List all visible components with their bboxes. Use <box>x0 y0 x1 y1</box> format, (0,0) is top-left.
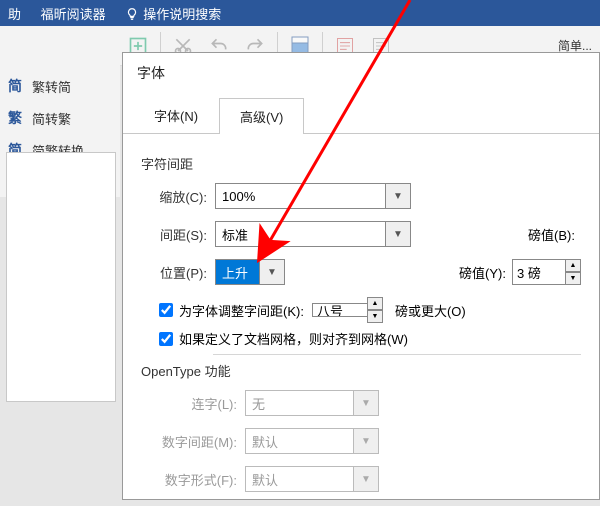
numform-dropdown-button: ▼ <box>353 466 379 492</box>
kerning-label: 为字体调整字间距(K): <box>179 301 304 320</box>
spin-down[interactable]: ▼ <box>367 310 383 323</box>
numform-combo: ▼ <box>245 466 379 492</box>
document-area <box>6 152 116 402</box>
tab-advanced[interactable]: 高级(V) <box>219 98 304 134</box>
spacing-label: 间距(S): <box>141 225 207 244</box>
scale-dropdown-button[interactable]: ▼ <box>385 183 411 209</box>
ribbon: 助 福昕阅读器 操作说明搜索 <box>0 0 600 26</box>
spin-up[interactable]: ▲ <box>367 297 383 310</box>
numform-input <box>245 466 353 492</box>
ligature-input <box>245 390 353 416</box>
kerning-spinner[interactable]: ▲▼ <box>367 297 383 323</box>
ribbon-tab-foxit[interactable]: 福昕阅读器 <box>33 0 114 27</box>
spacing-input[interactable] <box>215 221 385 247</box>
spacing-combo[interactable]: ▼ <box>215 221 411 247</box>
scale-combo[interactable]: ▼ <box>215 183 411 209</box>
kerning-suffix: 磅或更大(O) <box>395 301 466 320</box>
scale-input[interactable] <box>215 183 385 209</box>
spin-down[interactable]: ▼ <box>565 272 581 285</box>
numspace-input <box>245 428 353 454</box>
spacing-dropdown-button[interactable]: ▼ <box>385 221 411 247</box>
numspace-label: 数字间距(M): <box>141 432 237 451</box>
divider <box>213 354 581 355</box>
numform-label: 数字形式(F): <box>141 470 237 489</box>
position-combo[interactable]: ▼ <box>215 259 285 285</box>
dialog-tabs: 字体(N) 高级(V) <box>123 97 599 134</box>
numspace-combo: ▼ <box>245 428 379 454</box>
ribbon-tab-tellme[interactable]: 操作说明搜索 <box>117 0 229 27</box>
position-pt-label: 磅值(Y): <box>459 263 506 282</box>
section-opentype: OpenType 功能 <box>141 361 581 380</box>
lightbulb-icon <box>125 7 139 21</box>
spacing-pt-label: 磅值(B): <box>528 225 575 244</box>
ligature-dropdown-button: ▼ <box>353 390 379 416</box>
ligature-label: 连字(L): <box>141 394 237 413</box>
scale-label: 缩放(C): <box>141 187 207 206</box>
sidebar-item-jian2fan[interactable]: 繁简转繁 <box>0 102 120 134</box>
tab-font[interactable]: 字体(N) <box>133 97 219 133</box>
section-char-spacing: 字符间距 <box>141 154 581 173</box>
position-dropdown-button[interactable]: ▼ <box>259 259 285 285</box>
sidebar-item-fan2jian[interactable]: 简繁转简 <box>0 70 120 102</box>
kerning-checkbox[interactable] <box>159 303 173 317</box>
kerning-input[interactable] <box>312 303 368 317</box>
numspace-dropdown-button: ▼ <box>353 428 379 454</box>
font-dialog: 字体 字体(N) 高级(V) 字符间距 缩放(C): ▼ 间距(S): ▼ 磅值… <box>122 52 600 500</box>
ligature-combo: ▼ <box>245 390 379 416</box>
position-pt-input[interactable] <box>512 259 566 285</box>
spin-up[interactable]: ▲ <box>565 259 581 272</box>
grid-checkbox[interactable] <box>159 332 173 346</box>
position-pt-spinner[interactable]: ▲▼ <box>565 259 581 285</box>
grid-label: 如果定义了文档网格，则对齐到网格(W) <box>179 329 408 348</box>
position-input[interactable] <box>215 259 259 285</box>
dialog-panel: 字符间距 缩放(C): ▼ 间距(S): ▼ 磅值(B): 位置(P): ▼ 磅… <box>123 134 599 506</box>
dialog-title: 字体 <box>123 53 599 97</box>
position-label: 位置(P): <box>141 263 207 282</box>
ribbon-tab-help[interactable]: 助 <box>0 0 29 27</box>
